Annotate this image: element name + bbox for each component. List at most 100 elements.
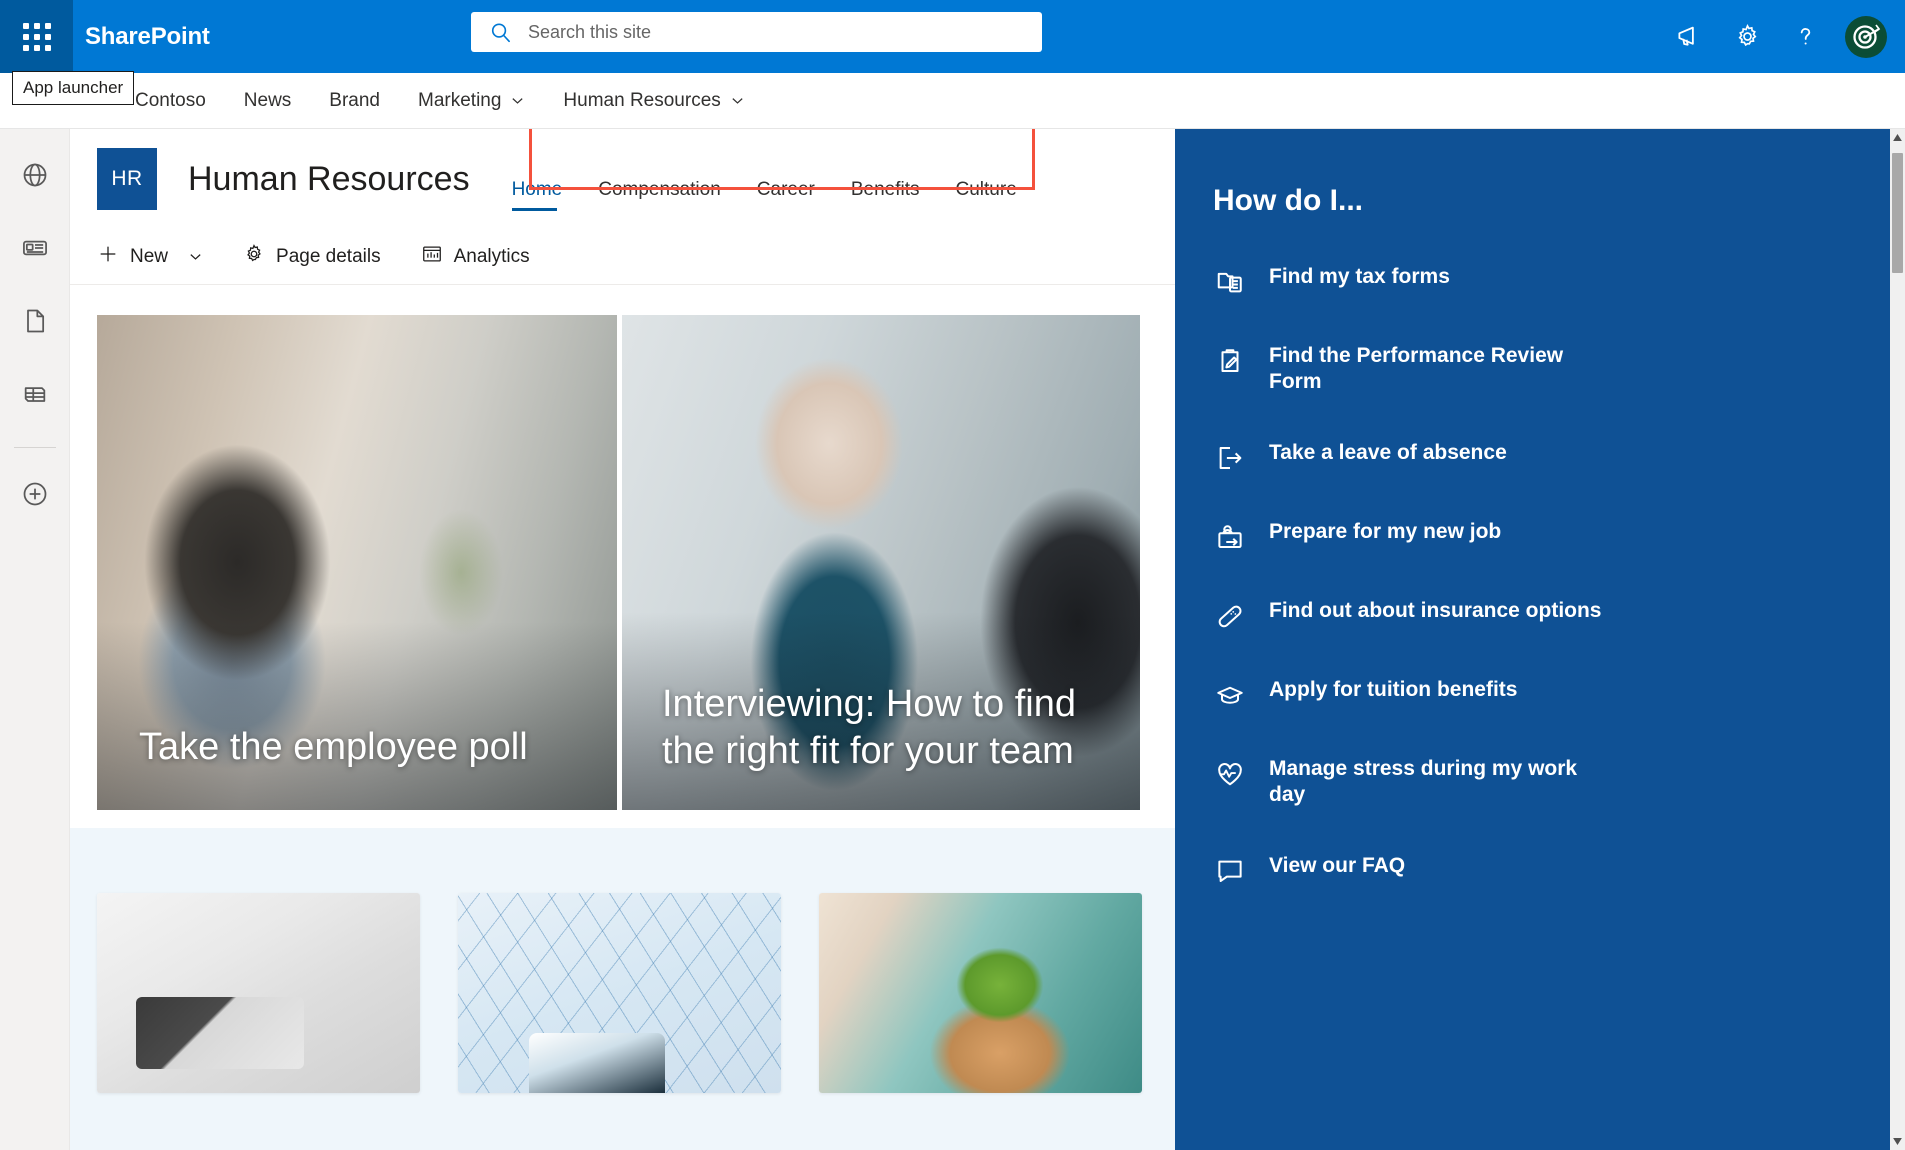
how-do-i-label: Find out about insurance options [1269, 598, 1602, 622]
how-do-i-label: View our FAQ [1269, 853, 1406, 877]
hero-web-part: Take the employee poll Interviewing: How… [97, 315, 1140, 810]
how-do-i-label: Apply for tuition benefits [1269, 677, 1518, 701]
news-web-part [70, 828, 1175, 1150]
how-do-i-item-manage-stress[interactable]: Manage stress during my work day [1213, 756, 1613, 809]
how-do-i-label: Prepare for my new job [1269, 519, 1502, 543]
app-launcher-tooltip: App launcher [12, 71, 135, 105]
megaphone-icon[interactable] [1665, 13, 1713, 61]
news-card-list [70, 828, 1175, 1093]
news-card-image [458, 893, 781, 1093]
site-nav-item-culture[interactable]: Culture [956, 179, 1039, 210]
bandage-icon [1213, 599, 1247, 633]
how-do-i-item-tax-forms[interactable]: Find my tax forms [1213, 264, 1613, 299]
scroll-up-arrow-icon[interactable] [1890, 129, 1905, 146]
gear-icon[interactable] [1723, 13, 1771, 61]
news-card-image [819, 893, 1142, 1093]
hub-nav-label: Human Resources [563, 89, 721, 111]
page-title[interactable]: Human Resources [188, 160, 470, 199]
how-do-i-label: Manage stress during my work day [1269, 756, 1578, 807]
heart-pulse-icon [1213, 757, 1247, 791]
analytics-icon [421, 243, 443, 271]
hub-nav-label: News [243, 89, 292, 111]
site-nav-item-career[interactable]: Career [757, 179, 837, 210]
list-icon[interactable] [11, 370, 59, 418]
hero-title-2: Interviewing: How to find the right fit … [662, 683, 1076, 772]
hub-nav-label: Brand [329, 89, 380, 111]
chevron-down-icon [730, 93, 745, 108]
site-nav-item-compensation[interactable]: Compensation [598, 179, 743, 210]
page-details-label: Page details [276, 245, 381, 267]
hub-nav-label: Marketing [418, 89, 502, 111]
hero-tile-1[interactable]: Take the employee poll [97, 315, 617, 810]
site-nav-label: Career [756, 179, 815, 200]
chevron-down-icon [510, 93, 525, 108]
how-do-i-item-leave-of-absence[interactable]: Take a leave of absence [1213, 440, 1613, 475]
graduation-cap-icon [1213, 678, 1247, 712]
how-do-i-item-new-job[interactable]: Prepare for my new job [1213, 519, 1613, 554]
how-do-i-item-faq[interactable]: View our FAQ [1213, 853, 1613, 888]
suite-bar: SharePoint [0, 0, 1905, 73]
command-bar: New Page details Analytics [70, 229, 1590, 285]
hub-nav-item-contoso[interactable]: Contoso [135, 90, 206, 112]
how-do-i-item-insurance[interactable]: Find out about insurance options [1213, 598, 1613, 633]
hero-title-1: Take the employee poll [139, 725, 528, 768]
sharepoint-page: SharePoint Search this site Contoso News… [0, 0, 1905, 1150]
app-launcher-icon [22, 22, 51, 51]
tax-forms-icon [1213, 265, 1247, 299]
search-input[interactable] [528, 21, 1008, 43]
hero-tile-2[interactable]: Interviewing: How to find the right fit … [622, 315, 1140, 810]
left-rail [0, 129, 70, 1150]
site-navigation: Home Compensation Career Benefits Cultur… [511, 148, 1039, 211]
site-nav-item-benefits[interactable]: Benefits [851, 179, 942, 210]
hub-navigation: Contoso News Brand Marketing Human Resou… [0, 73, 1905, 129]
globe-icon[interactable] [11, 151, 59, 199]
document-icon[interactable] [11, 297, 59, 345]
news-card-image [97, 893, 420, 1093]
rail-divider [13, 447, 56, 448]
hub-nav-item-brand[interactable]: Brand [329, 90, 380, 112]
news-card-plant[interactable] [819, 893, 1142, 1093]
suite-actions [1665, 0, 1895, 73]
target-logo-icon [1849, 19, 1883, 54]
how-do-i-item-tuition[interactable]: Apply for tuition benefits [1213, 677, 1613, 712]
app-launcher-button[interactable] [0, 0, 73, 73]
new-button[interactable]: New [97, 243, 203, 271]
how-do-i-label: Find the Performance Review Form [1269, 344, 1564, 394]
hub-nav-item-news[interactable]: News [244, 90, 292, 112]
gear-icon [243, 243, 265, 271]
page-details-button[interactable]: Page details [243, 243, 381, 271]
panel-scrollbar[interactable] [1890, 129, 1905, 1150]
how-do-i-panel: How do I... Find my tax forms Find the P… [1175, 129, 1905, 1150]
new-label: New [130, 245, 169, 267]
news-card-network[interactable] [458, 893, 781, 1093]
analytics-button[interactable]: Analytics [421, 243, 530, 271]
scroll-down-arrow-icon[interactable] [1890, 1133, 1905, 1150]
new-employee-icon [1213, 520, 1247, 554]
hub-nav-label: Contoso [135, 89, 206, 111]
scrollbar-thumb[interactable] [1892, 153, 1903, 273]
plus-icon [97, 243, 119, 271]
how-do-i-item-performance-review[interactable]: Find the Performance Review Form [1213, 343, 1613, 396]
analytics-label: Analytics [453, 245, 530, 267]
suite-brand[interactable]: SharePoint [85, 23, 210, 51]
faq-icon [1213, 854, 1247, 888]
how-do-i-label: Find my tax forms [1269, 265, 1450, 288]
page-canvas: HR Human Resources Home Compensation Car… [70, 129, 1905, 1150]
help-icon[interactable] [1781, 13, 1829, 61]
search-box[interactable] [471, 12, 1042, 52]
search-icon [489, 21, 512, 44]
news-card-calculator[interactable] [97, 893, 420, 1093]
news-icon[interactable] [11, 224, 59, 272]
site-nav-label: Home [511, 179, 563, 200]
how-do-i-label: Take a leave of absence [1269, 440, 1507, 464]
plus-circle-icon[interactable] [11, 470, 59, 518]
how-do-i-title: How do I... [1213, 184, 1363, 217]
chevron-down-icon [188, 249, 203, 264]
clipboard-edit-icon [1213, 344, 1247, 378]
exit-door-icon [1213, 441, 1247, 475]
site-logo[interactable]: HR [97, 148, 157, 210]
user-avatar[interactable] [1845, 15, 1887, 58]
hub-nav-item-human-resources[interactable]: Human Resources [563, 90, 744, 112]
hub-nav-item-marketing[interactable]: Marketing [418, 90, 525, 112]
site-nav-item-home[interactable]: Home [511, 179, 585, 211]
